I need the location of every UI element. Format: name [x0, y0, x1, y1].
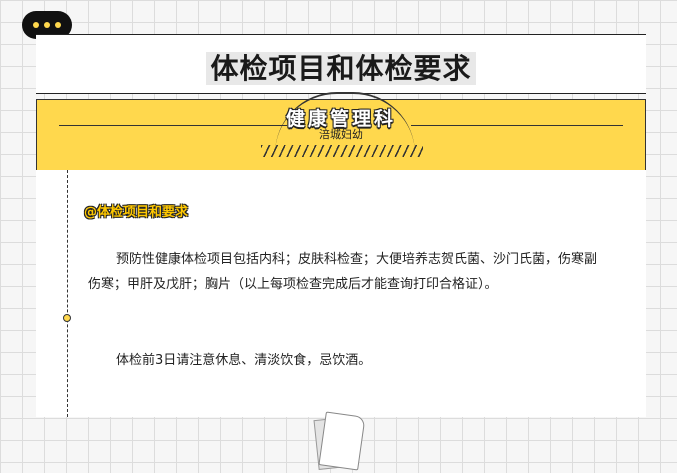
department-subtitle: 涪城妇幼: [319, 128, 363, 141]
content-card: @体检项目和要求 预防性健康体检项目包括内科；皮肤科检查；大便培养志贺氏菌、沙门…: [36, 170, 646, 417]
dot: [33, 22, 39, 28]
paragraph: 预防性健康体检项目包括内科；皮肤科检查；大便培养志贺氏菌、沙门氏菌，伤寒副伤寒；…: [88, 252, 598, 292]
section-heading: @体检项目和要求: [84, 205, 189, 220]
department-banner: 健康管理科 涪城妇幼: [36, 92, 646, 171]
page-title: 体检项目和体检要求: [36, 47, 646, 87]
paper-sheet-icon: [318, 411, 366, 471]
dot: [44, 22, 50, 28]
hatch-decoration: [261, 145, 423, 157]
page-title-text: 体检项目和体检要求: [206, 52, 476, 85]
dot: [55, 22, 61, 28]
dashed-guide-line: [67, 170, 68, 417]
paragraph: 体检前3日请注意休息、清淡饮食，忌饮酒。: [116, 353, 372, 368]
circle-marker-icon: [63, 314, 71, 322]
header-card: 体检项目和体检要求: [36, 34, 646, 94]
